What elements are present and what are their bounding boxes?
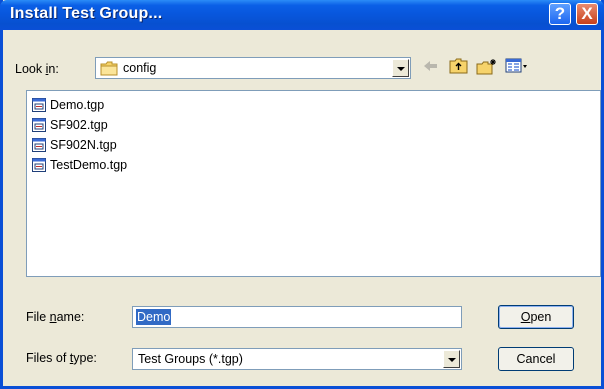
close-button[interactable]: X xyxy=(576,3,598,25)
look-in-dropdown[interactable]: config xyxy=(95,57,411,79)
tgp-file-icon xyxy=(32,138,46,152)
dialog-title: Install Test Group... xyxy=(10,5,163,22)
file-name-label-text: File xyxy=(26,310,50,324)
look-in-value: config xyxy=(123,61,157,75)
file-type-dropdown[interactable]: Test Groups (*.tgp) xyxy=(132,348,462,370)
file-name-value: Demo xyxy=(136,309,172,325)
cancel-button[interactable]: Cancel xyxy=(498,347,574,371)
file-name-input[interactable]: Demo xyxy=(132,306,462,328)
open-button-label: pen xyxy=(530,310,552,324)
tgp-file-icon xyxy=(32,98,46,112)
tgp-file-icon xyxy=(32,118,46,132)
file-name: SF902.tgp xyxy=(50,118,108,132)
look-in-label-text-end: n: xyxy=(48,62,59,76)
file-type-label-text: Files of xyxy=(26,351,70,365)
file-type-label: Files of type: xyxy=(26,351,97,365)
back-arrow-icon[interactable] xyxy=(422,58,440,74)
chevron-down-icon[interactable] xyxy=(392,59,409,77)
file-name: Demo.tgp xyxy=(50,98,105,112)
install-test-group-dialog: Install Test Group... ? X Look in: confi… xyxy=(0,0,604,389)
up-folder-icon[interactable] xyxy=(449,58,469,75)
open-button[interactable]: Open xyxy=(498,305,574,329)
file-name: SF902N.tgp xyxy=(50,138,117,152)
tgp-file-icon xyxy=(32,158,46,172)
new-folder-icon[interactable] xyxy=(476,58,498,76)
chevron-down-icon[interactable] xyxy=(443,350,460,368)
file-type-label-text-end: ype: xyxy=(73,351,97,365)
folder-icon xyxy=(100,61,118,76)
file-name-label: File name: xyxy=(26,310,84,324)
file-list[interactable]: Demo.tgp SF902.tgp SF902N.tgp TestDemo.t… xyxy=(26,90,601,277)
file-name-label-accel: n xyxy=(49,310,57,324)
title-bar[interactable]: Install Test Group... ? X xyxy=(0,0,604,30)
file-type-value: Test Groups (*.tgp) xyxy=(138,352,243,366)
file-name-label-text-end: ame: xyxy=(56,310,85,324)
help-button[interactable]: ? xyxy=(549,3,571,25)
open-button-accel: O xyxy=(520,310,531,324)
view-menu-icon[interactable] xyxy=(505,58,529,74)
file-name: TestDemo.tgp xyxy=(50,158,128,172)
look-in-label-text: Look xyxy=(15,62,46,76)
look-in-label: Look in: xyxy=(15,62,59,76)
